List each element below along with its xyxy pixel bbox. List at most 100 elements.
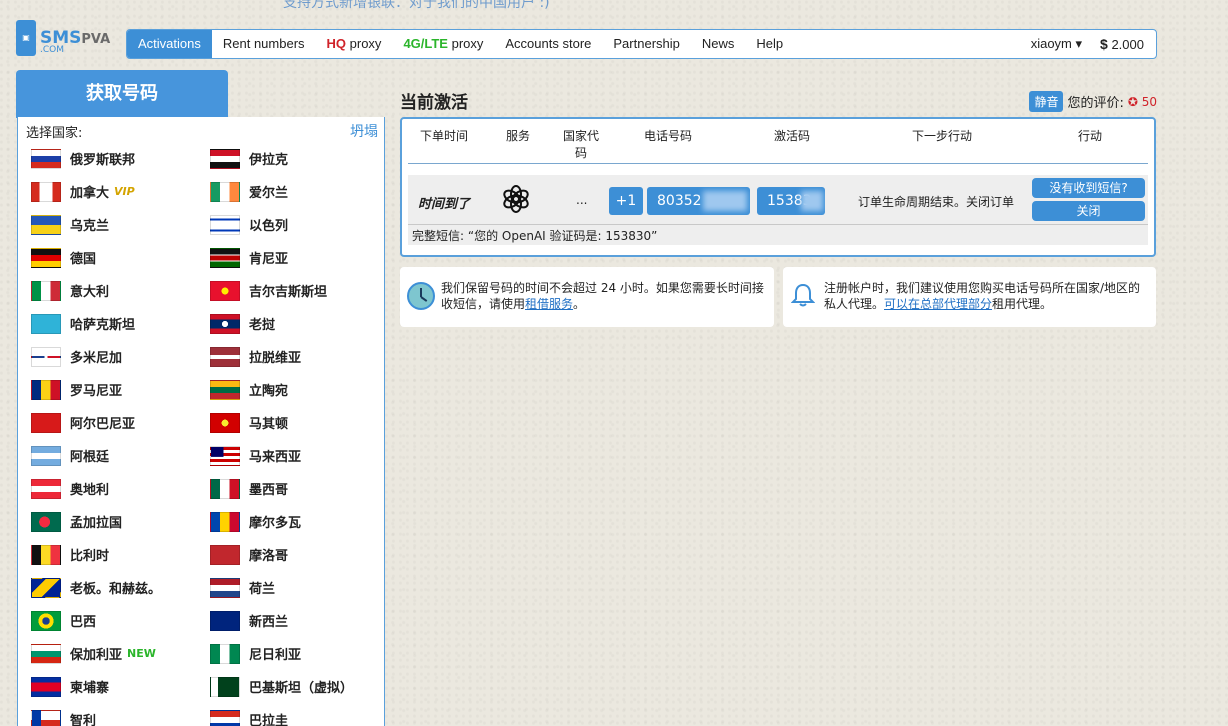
balance[interactable]: $ 2.000 xyxy=(1092,36,1156,52)
country-item[interactable]: 乌克兰 xyxy=(31,208,210,241)
country-item[interactable]: 墨西哥 xyxy=(210,472,381,505)
col-next-step: 下一步行动 xyxy=(911,129,972,143)
country-name: 阿尔巴尼亚 xyxy=(70,417,136,432)
sms-redaction xyxy=(801,191,823,211)
country-name: 孟加拉国 xyxy=(70,516,123,531)
country-item[interactable]: 立陶宛 xyxy=(210,373,381,406)
country-name: 老挝 xyxy=(249,318,276,333)
row-divider xyxy=(408,224,1148,225)
country-item[interactable]: 巴基斯坦（虚拟） xyxy=(210,670,381,703)
country-item[interactable]: 吉尔吉斯斯坦 xyxy=(210,274,381,307)
nav-help[interactable]: Help xyxy=(745,30,794,58)
country-item[interactable]: 多米尼加 xyxy=(31,340,210,373)
mute-button[interactable]: 静音 xyxy=(1029,91,1064,112)
country-item[interactable]: 意大利 xyxy=(31,274,210,307)
rating-label: 您的评价: xyxy=(1067,96,1124,111)
no-sms-button[interactable]: 没有收到短信? xyxy=(1032,178,1145,198)
country-name: 马来西亚 xyxy=(249,450,302,465)
country-item[interactable]: 德国 xyxy=(31,241,210,274)
country-item[interactable]: 荷兰 xyxy=(210,571,381,604)
country-name: 墨西哥 xyxy=(249,483,289,498)
kyrgyzstan-flag-icon xyxy=(210,280,240,301)
lithuania-flag-icon xyxy=(210,379,240,400)
country-item[interactable]: 孟加拉国 xyxy=(31,505,210,538)
collapse-link[interactable]: 坍塌 xyxy=(350,121,378,141)
country-item[interactable]: 马来西亚 xyxy=(210,439,381,472)
country-item[interactable]: 新西兰 xyxy=(210,604,381,637)
country-name: 柬埔寨 xyxy=(70,681,110,696)
current-activations-title: 当前激活 xyxy=(400,93,468,113)
country-item[interactable]: 奥地利 xyxy=(31,472,210,505)
vip-badge: VIP xyxy=(114,185,135,198)
country-name: 阿根廷 xyxy=(70,450,110,465)
country-item[interactable]: 老挝 xyxy=(210,307,381,340)
israel-flag-icon xyxy=(210,214,240,235)
iraq-flag-icon xyxy=(210,148,240,169)
country-item[interactable]: 阿根廷 xyxy=(31,439,210,472)
mexico-flag-icon xyxy=(210,478,240,499)
main-navbar: Activations Rent numbers HQ proxy 4G/LTE… xyxy=(126,29,1157,59)
country-item[interactable]: 巴拉圭 xyxy=(210,703,381,726)
country-item[interactable]: 哈萨克斯坦 xyxy=(31,307,210,340)
close-order-button[interactable]: 关闭 xyxy=(1032,201,1145,221)
country-item[interactable]: 肯尼亚 xyxy=(210,241,381,274)
cambodia-flag-icon xyxy=(31,676,61,697)
nav-partnership[interactable]: Partnership xyxy=(602,30,690,58)
col-service: 服务 xyxy=(505,129,530,143)
country-item[interactable]: 加拿大 VIP xyxy=(31,175,210,208)
country-item[interactable]: 智利 xyxy=(31,703,210,726)
activation-panel: 下单时间 服务 国家代码 电话号码 激活码 下一步行动 行动 时间到了 ... … xyxy=(400,117,1156,257)
country-item[interactable]: 伊拉克 xyxy=(210,142,381,175)
country-name: 多米尼加 xyxy=(70,351,123,366)
country-name: 加拿大 xyxy=(70,186,110,201)
nav-hq-proxy[interactable]: HQ proxy xyxy=(316,30,393,58)
country-item[interactable]: 阿尔巴尼亚 xyxy=(31,406,210,439)
country-item[interactable]: 柬埔寨 xyxy=(31,670,210,703)
kenya-flag-icon xyxy=(210,247,240,268)
clock-icon xyxy=(407,282,435,310)
nav-lte-proxy[interactable]: 4G/LTE proxy xyxy=(392,30,494,58)
country-item[interactable]: 俄罗斯联邦 xyxy=(31,142,210,175)
logo[interactable]: ▣ SMSPVA .COM xyxy=(16,20,112,58)
info-card-retention: 我们保留号码的时间不会超过 24 小时。如果您需要长时间接收短信，请使用租借服务… xyxy=(400,267,774,327)
latvia-flag-icon xyxy=(210,346,240,367)
nav-accounts-store[interactable]: Accounts store xyxy=(494,30,602,58)
country-item[interactable]: 巴西 xyxy=(31,604,210,637)
nav-news[interactable]: News xyxy=(691,30,746,58)
order-time: 时间到了 xyxy=(418,197,471,212)
nav-activations[interactable]: Activations xyxy=(127,30,212,58)
netherlands-flag-icon xyxy=(210,577,240,598)
italy-flag-icon xyxy=(31,280,61,301)
country-name: 爱尔兰 xyxy=(249,186,289,201)
country-item[interactable]: 摩洛哥 xyxy=(210,538,381,571)
country-item[interactable]: 马其顿 xyxy=(210,406,381,439)
country-panel: 选择国家: 坍塌 俄罗斯联邦 伊拉克 加拿大 VIP 爱尔兰 乌克兰 以色列 德国 肯尼亚 意大利… xyxy=(17,117,385,726)
get-number-tab[interactable]: 获取号码 xyxy=(16,70,228,118)
col-phone: 电话号码 xyxy=(643,129,692,143)
country-item[interactable]: 以色列 xyxy=(210,208,381,241)
country-name: 立陶宛 xyxy=(249,384,289,399)
country-item[interactable]: 比利时 xyxy=(31,538,210,571)
albania-flag-icon xyxy=(31,412,61,433)
country-item[interactable]: 老板。和赫兹。 xyxy=(31,571,210,604)
nigeria-flag-icon xyxy=(210,643,240,664)
nav-rent-numbers[interactable]: Rent numbers xyxy=(212,30,316,58)
user-menu[interactable]: xiaoym ▾ xyxy=(1021,36,1092,52)
moldova-flag-icon xyxy=(210,511,240,532)
hq-proxy-link[interactable]: 可以在总部代理部分 xyxy=(884,297,992,311)
phone-number-pill[interactable]: 80352 xyxy=(647,187,750,215)
country-item[interactable]: 爱尔兰 xyxy=(210,175,381,208)
rent-service-link[interactable]: 租借服务 xyxy=(525,297,573,311)
country-item[interactable]: 拉脱维亚 xyxy=(210,340,381,373)
country-item[interactable]: 罗马尼亚 xyxy=(31,373,210,406)
sms-code-pill[interactable]: 15383 xyxy=(757,187,825,215)
country-name: 吉尔吉斯斯坦 xyxy=(249,285,328,300)
country-item[interactable]: 保加利亚 NEW xyxy=(31,637,210,670)
country-name: 拉脱维亚 xyxy=(249,351,302,366)
country-item[interactable]: 摩尔多瓦 xyxy=(210,505,381,538)
argentina-flag-icon xyxy=(31,445,61,466)
country-code-pill[interactable]: +1 xyxy=(609,187,643,215)
country-name: 摩洛哥 xyxy=(249,549,289,564)
country-name: 哈萨克斯坦 xyxy=(70,318,136,333)
country-item[interactable]: 尼日利亚 xyxy=(210,637,381,670)
